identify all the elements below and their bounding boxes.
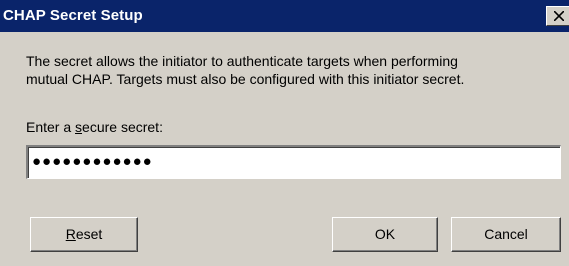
close-button[interactable] — [546, 6, 569, 26]
window-title: CHAP Secret Setup — [3, 7, 143, 24]
close-icon — [554, 11, 564, 21]
description-line-2: mutual CHAP. Targets must also be config… — [26, 71, 465, 87]
reset-accelerator: R — [65, 226, 76, 242]
ok-button[interactable]: OK — [332, 217, 438, 252]
secret-field-label: Enter a secure secret: — [26, 119, 163, 135]
secret-label-suffix: ecure secret: — [82, 119, 163, 135]
reset-button[interactable]: Reset — [30, 217, 138, 252]
description-text: The secret allows the initiator to authe… — [26, 52, 556, 88]
description-line-1: The secret allows the initiator to authe… — [26, 53, 458, 69]
cancel-label: Cancel — [484, 226, 528, 242]
secret-label-accelerator: s — [75, 119, 83, 135]
secret-label-prefix: Enter a — [26, 119, 76, 135]
secret-input[interactable]: ●●●●●●●●●●●● — [26, 145, 561, 179]
ok-label: OK — [374, 226, 396, 242]
chap-secret-dialog: CHAP Secret Setup The secret allows the … — [0, 0, 569, 266]
reset-label-rest: eset — [75, 226, 103, 242]
cancel-button[interactable]: Cancel — [451, 217, 561, 252]
title-bar[interactable]: CHAP Secret Setup — [0, 0, 569, 32]
secret-masked-value: ●●●●●●●●●●●● — [32, 153, 153, 170]
